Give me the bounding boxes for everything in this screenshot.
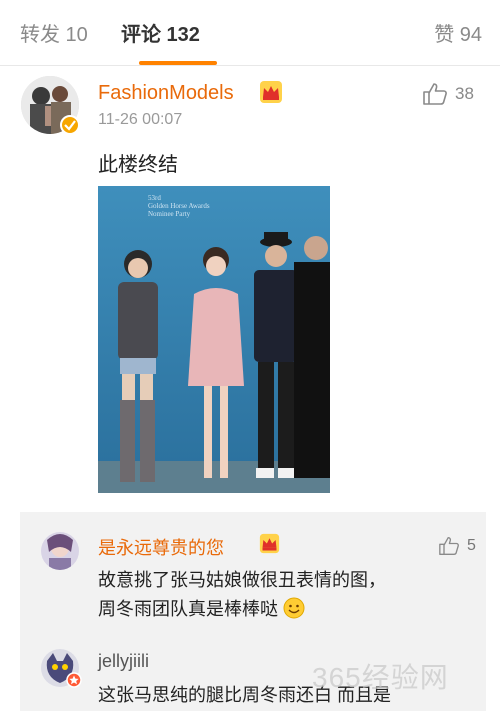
reply-text-line: 周冬雨团队真是棒棒哒 — [98, 599, 278, 619]
member-badge-icon — [66, 672, 82, 688]
comment-author[interactable]: FashionModels — [98, 82, 234, 105]
photo-caption-line2: Golden Horse Awards — [148, 202, 210, 210]
reply-text-line: 周冬雨团队真是棒棒哒 — [98, 595, 386, 624]
tab-comments[interactable]: 评论 132 — [121, 18, 200, 47]
like-count: 5 — [467, 537, 476, 554]
comment-photo[interactable]: 53rd Golden Horse Awards Nominee Party — [98, 186, 330, 493]
smile-emoji-icon — [283, 597, 305, 619]
reply-author[interactable]: 是永远尊贵的您 — [98, 534, 224, 560]
comment-timestamp: 11-26 00:07 — [98, 111, 183, 128]
verified-badge-icon — [60, 115, 80, 135]
photo-caption-line3: Nominee Party — [148, 210, 191, 218]
active-tab-indicator — [139, 61, 217, 65]
reply-text: 故意挑了张马姑娘做很丑表情的图， 周冬雨团队真是棒棒哒 — [98, 566, 386, 624]
watermark: 365经验网 — [312, 662, 449, 693]
thumbs-up-icon[interactable] — [422, 82, 448, 106]
tab-reposts[interactable]: 转发 10 — [20, 18, 88, 47]
comment-text: 此楼终结 — [98, 154, 178, 176]
crown-icon — [260, 81, 282, 103]
like-count: 38 — [455, 84, 474, 103]
comment-tabs: 转发 10 评论 132 赞 94 — [0, 0, 500, 66]
crown-icon — [259, 533, 280, 554]
reply-text-line: 故意挑了张马姑娘做很丑表情的图， — [98, 570, 386, 590]
photo-caption-line1: 53rd — [148, 194, 161, 202]
tab-likes[interactable]: 赞 94 — [434, 18, 482, 47]
avatar[interactable] — [41, 532, 79, 570]
reply-author[interactable]: jellyjiili — [98, 651, 149, 672]
thumbs-up-icon[interactable] — [438, 536, 460, 556]
